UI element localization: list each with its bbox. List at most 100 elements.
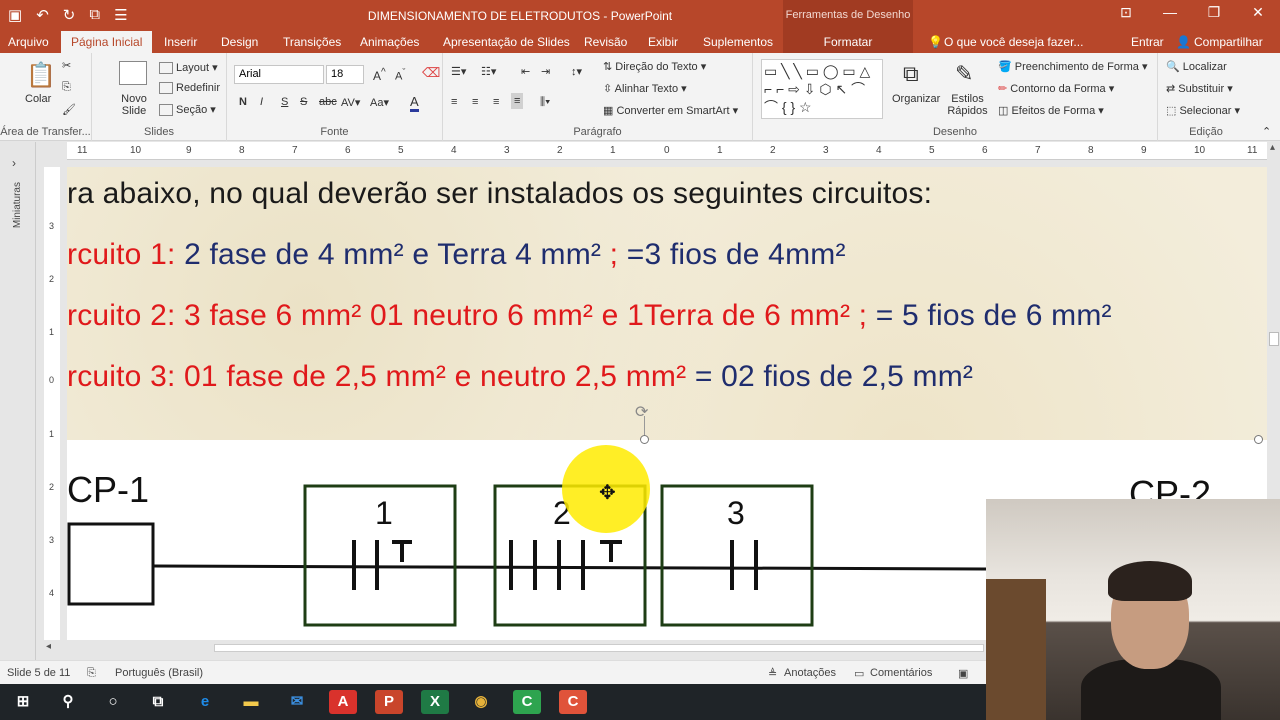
notes-button[interactable]: Anotações [784, 667, 836, 679]
circuit-2-line[interactable]: rcuito 2: 3 fase 6 mm² 01 neutro 6 mm² e… [67, 299, 1112, 333]
grow-font-icon[interactable]: A^ [373, 67, 386, 83]
smartart-button[interactable]: ▦ Converter em SmartArt ▾ [603, 104, 738, 117]
columns-icon[interactable]: ⫼▾ [540, 96, 550, 109]
line-spacing-icon[interactable]: ↕▾ [571, 65, 582, 78]
font-size-select[interactable]: 18 [326, 65, 364, 84]
shadow-icon[interactable]: S [300, 96, 307, 108]
scroll-up-icon[interactable]: ▴ [1270, 142, 1275, 153]
cut-icon[interactable]: ✂ [62, 59, 71, 72]
tab-formatar[interactable]: Formatar [783, 31, 913, 53]
increase-indent-icon[interactable]: ⇥ [541, 65, 550, 78]
spellcheck-icon[interactable]: ⎘ [87, 667, 96, 680]
layout-button[interactable]: Layout ▾ [159, 61, 218, 75]
comments-button[interactable]: Comentários [870, 667, 932, 679]
char-spacing-icon[interactable]: AV▾ [341, 96, 360, 109]
clear-formatting-icon[interactable]: ⌫ [422, 65, 440, 81]
tab-arquivo[interactable]: Arquivo [8, 35, 49, 49]
new-slide-icon[interactable] [119, 61, 147, 85]
paste-button[interactable]: Colar [25, 93, 51, 105]
align-right-icon[interactable]: ≡ [493, 96, 499, 108]
underline-icon[interactable]: S [281, 96, 288, 108]
minimize-button[interactable]: — [1148, 4, 1192, 21]
paste-icon[interactable]: 📋 [26, 61, 56, 90]
edge-icon[interactable]: e [191, 690, 219, 714]
circuit-3-line[interactable]: rcuito 3: 01 fase de 2,5 mm² e neutro 2,… [67, 360, 973, 394]
reset-button[interactable]: Redefinir [159, 82, 220, 95]
selection-handle-top-right[interactable] [1254, 435, 1263, 444]
acrobat-icon[interactable]: A [329, 690, 357, 714]
shape-fill-button[interactable]: 🪣 Preenchimento de Forma ▾ [998, 60, 1147, 73]
font-name-select[interactable]: Arial [234, 65, 324, 84]
copy-icon[interactable]: ⎘ [62, 81, 71, 94]
vertical-scrollbar[interactable]: ▴ [1268, 142, 1280, 498]
tell-me-box[interactable]: O que você deseja fazer... [944, 35, 1083, 49]
signin-link[interactable]: Entrar [1131, 35, 1164, 49]
decrease-indent-icon[interactable]: ⇤ [521, 65, 530, 78]
task-view-icon[interactable]: ⧉ [144, 690, 172, 714]
shapes-gallery[interactable]: ▭ ╲ ╲ ▭ ◯ ▭ △ ⌐ ⌐ ⇨ ⇩ ⬡ ↖ ⌒ ⌒ { } ☆ [761, 59, 883, 119]
tab-pagina-inicial[interactable]: Página Inicial [61, 31, 153, 53]
tab-design[interactable]: Design [221, 35, 258, 49]
expand-thumbnails-icon[interactable]: › [12, 156, 16, 170]
bullets-icon[interactable]: ☰▾ [451, 65, 466, 78]
powerpoint-icon[interactable]: P [375, 690, 403, 714]
file-explorer-icon[interactable]: ▬ [237, 690, 265, 714]
new-slide-button[interactable]: Novo Slide [118, 93, 150, 117]
format-painter-icon[interactable]: 🖌 [62, 103, 76, 116]
find-button[interactable]: 🔍 Localizar [1166, 60, 1227, 73]
rotate-handle-icon[interactable]: ⟳ [635, 402, 648, 422]
chrome-icon[interactable]: ◉ [467, 690, 495, 714]
maximize-button[interactable]: ❐ [1192, 4, 1236, 21]
arrange-icon[interactable]: ⧉ [903, 61, 919, 87]
search-icon[interactable]: ⚲ [54, 690, 82, 714]
camtasia-red-icon[interactable]: C [559, 690, 587, 714]
tab-exibir[interactable]: Exibir [648, 35, 678, 49]
horizontal-scrollbar[interactable]: ◂ [44, 641, 984, 654]
shape-outline-button[interactable]: ✏ Contorno da Forma ▾ [998, 82, 1114, 95]
share-button[interactable]: Compartilhar [1194, 35, 1263, 49]
font-color-icon[interactable]: A [410, 94, 419, 112]
change-case-icon[interactable]: Aa▾ [370, 96, 389, 109]
tab-inserir[interactable]: Inserir [164, 35, 197, 49]
language-indicator[interactable]: Português (Brasil) [115, 667, 203, 679]
tab-transicoes[interactable]: Transições [283, 35, 341, 49]
quick-styles-button[interactable]: Estilos Rápidos [945, 93, 990, 117]
horizontal-scroll-thumb[interactable] [214, 644, 984, 652]
ribbon-display-icon[interactable]: ⊡ [1104, 4, 1148, 21]
shrink-font-icon[interactable]: Aˇ [395, 67, 405, 83]
shape-effects-button[interactable]: ◫ Efeitos de Forma ▾ [998, 104, 1104, 117]
vertical-scroll-thumb[interactable] [1269, 332, 1279, 346]
select-button[interactable]: ⬚ Selecionar ▾ [1166, 104, 1240, 117]
excel-icon[interactable]: X [421, 690, 449, 714]
cortana-icon[interactable]: ○ [99, 690, 127, 714]
quick-styles-icon[interactable]: ✎ [955, 61, 973, 87]
numbering-icon[interactable]: ☷▾ [481, 65, 496, 78]
scroll-left-icon[interactable]: ◂ [46, 641, 51, 652]
tab-revisao[interactable]: Revisão [584, 35, 627, 49]
tab-apresentacao[interactable]: Apresentação de Slides [443, 35, 570, 49]
mail-icon[interactable]: ✉ [283, 690, 311, 714]
slide-intro-text[interactable]: ra abaixo, no qual deverão ser instalado… [67, 177, 932, 211]
close-button[interactable]: ✕ [1236, 4, 1280, 21]
ruler-tick: 10 [1194, 145, 1206, 156]
collapse-ribbon-icon[interactable]: ⌃ [1262, 125, 1271, 138]
windows-start-icon[interactable]: ⊞ [9, 690, 37, 714]
circuit-1-line[interactable]: rcuito 1: 2 fase de 4 mm² e Terra 4 mm² … [67, 238, 846, 272]
tab-animacoes[interactable]: Animações [360, 35, 419, 49]
replace-button[interactable]: ⇄ Substituir ▾ [1166, 82, 1233, 95]
text-direction-button[interactable]: ⇅ Direção do Texto ▾ [603, 60, 706, 73]
bold-icon[interactable]: N [239, 96, 247, 108]
camtasia-green-icon[interactable]: C [513, 690, 541, 714]
ribbon: 📋 Colar ✂ ⎘ 🖌 Área de Transfer... Novo S… [0, 53, 1280, 141]
align-center-icon[interactable]: ≡ [472, 96, 478, 108]
strikethrough-icon[interactable]: abc [319, 96, 337, 108]
align-text-button[interactable]: ⇳ Alinhar Texto ▾ [603, 82, 687, 95]
justify-icon[interactable]: ≡ [511, 93, 524, 109]
section-button[interactable]: Seção ▾ [159, 103, 216, 117]
selection-handle-top[interactable] [640, 435, 649, 444]
arrange-button[interactable]: Organizar [892, 93, 940, 105]
italic-icon[interactable]: I [260, 96, 263, 108]
normal-view-icon[interactable]: ▣ [958, 667, 968, 680]
tab-suplementos[interactable]: Suplementos [703, 35, 773, 49]
align-left-icon[interactable]: ≡ [451, 96, 457, 108]
